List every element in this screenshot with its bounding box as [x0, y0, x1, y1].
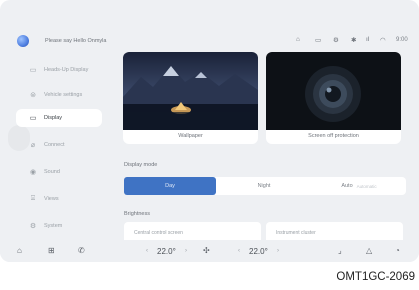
sidebar-item-label: Vehicle settings: [44, 92, 83, 98]
sidebar-item-views[interactable]: ⍓ Views: [16, 190, 102, 208]
power-icon[interactable]: ◔: [395, 246, 400, 255]
sound-icon: ◉: [29, 169, 37, 176]
apps-icon[interactable]: ⊞: [48, 246, 55, 255]
views-icon: ⍓: [30, 195, 36, 202]
brightness-central-label: Central control screen: [134, 230, 183, 236]
sidebar-item-sound[interactable]: ◉ Sound: [16, 163, 102, 181]
display-mode-auto-hint: Automatic: [356, 183, 377, 189]
screen-protection-card[interactable]: Screen off protection: [266, 52, 401, 144]
settings-icon[interactable]: ⚙: [333, 36, 339, 44]
sidebar-item-hud[interactable]: ▭ Heads-Up Display: [16, 61, 102, 79]
bluetooth-icon[interactable]: ✱: [351, 36, 356, 44]
passenger-temp-down[interactable]: ‹: [238, 248, 240, 254]
sidebar-item-label: Connect: [44, 142, 65, 148]
link-icon: ⌀: [30, 142, 36, 149]
gear-icon: ⚙: [29, 223, 37, 230]
screen-protection-image: [266, 52, 401, 130]
driver-temp-up[interactable]: ›: [185, 248, 187, 254]
status-time: 9:00: [396, 37, 408, 43]
sidebar-item-connect[interactable]: ⌀ Connect: [16, 136, 102, 154]
display-mode-day[interactable]: Day: [124, 177, 216, 195]
figure-id: OMT1GC-2069: [336, 271, 415, 283]
voice-assistant-prompt: Please say Hello Onmyla: [45, 38, 107, 44]
wallpaper-card[interactable]: Wallpaper: [123, 52, 258, 144]
wallpaper-label: Wallpaper: [178, 133, 203, 139]
sidebar-item-label: System: [44, 223, 63, 229]
hud-icon: ▭: [29, 67, 37, 74]
car-icon: ⊜: [30, 92, 36, 99]
sidebar-item-label: Sound: [44, 169, 60, 175]
display-mode-title: Display mode: [124, 162, 158, 168]
display-icon: ▭: [29, 115, 37, 122]
brightness-instrument-cluster[interactable]: Instrument cluster: [266, 222, 403, 242]
display-mode-auto-label: Auto: [341, 183, 353, 189]
driver-temperature: 22.0°: [157, 247, 176, 256]
voice-assistant-icon[interactable]: [17, 35, 29, 47]
sidebar-item-display[interactable]: ▭ Display: [16, 109, 102, 127]
display-mode-auto[interactable]: Auto Automatic: [312, 177, 406, 195]
brightness-title: Brightness: [124, 211, 150, 217]
navigation-icon[interactable]: △: [366, 246, 372, 255]
seat-heat-icon[interactable]: ⌟: [338, 246, 342, 255]
infotainment-screen: Please say Hello Onmyla ⌂ ▭ ⚙ ✱ ıl ◠ 9:0…: [0, 0, 419, 262]
sidebar-item-label: Heads-Up Display: [44, 67, 89, 73]
phone-icon[interactable]: ✆: [78, 246, 85, 255]
wifi-icon: ◠: [380, 37, 386, 44]
sidebar-item-label: Views: [44, 196, 59, 202]
brightness-central-control[interactable]: Central control screen: [124, 222, 261, 242]
brightness-cluster-label: Instrument cluster: [276, 230, 316, 236]
display-mode-night[interactable]: Night: [218, 177, 310, 195]
sidebar-item-label: Display: [44, 115, 63, 121]
display-mode-selector: Day Night Auto Automatic: [124, 177, 406, 195]
driver-temp-down[interactable]: ‹: [146, 248, 148, 254]
fan-icon[interactable]: ✣: [203, 246, 210, 255]
sidebar-item-vehicle-settings[interactable]: ⊜ Vehicle settings: [16, 86, 102, 104]
screen-protection-label: Screen off protection: [308, 133, 359, 139]
wallpaper-image: [123, 52, 258, 130]
passenger-temperature: 22.0°: [249, 247, 268, 256]
passenger-temp-up[interactable]: ›: [277, 248, 279, 254]
home-icon[interactable]: ⌂: [17, 246, 22, 255]
message-icon[interactable]: ▭: [315, 36, 321, 44]
sidebar-item-system[interactable]: ⚙ System: [16, 217, 102, 235]
signal-icon: ıl: [366, 36, 370, 43]
profile-icon[interactable]: ⌂: [296, 36, 300, 43]
